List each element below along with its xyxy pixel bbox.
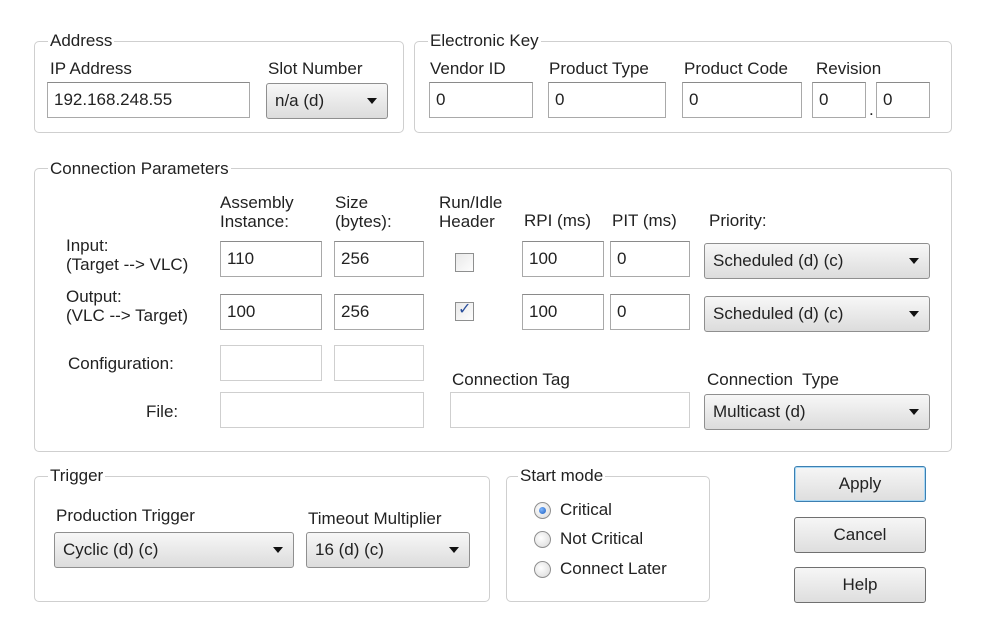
chevron-down-icon bbox=[273, 547, 283, 553]
revision-label: Revision bbox=[816, 59, 882, 78]
electronic-key-group-label: Electronic Key bbox=[428, 31, 541, 50]
ip-address-label: IP Address bbox=[50, 59, 132, 78]
checkmark-icon: ✓ bbox=[458, 301, 472, 318]
revision-major-field[interactable]: 0 bbox=[812, 82, 866, 118]
output-priority-value: Scheduled (d) (c) bbox=[713, 304, 844, 323]
input-rpi-field[interactable]: 100 bbox=[522, 241, 604, 277]
output-row-label: Output: (VLC --> Target) bbox=[66, 287, 189, 325]
run-idle-header: Run/Idle Header bbox=[439, 193, 503, 231]
output-run-idle-checkbox[interactable]: ✓ bbox=[455, 301, 474, 321]
output-priority-select[interactable]: Scheduled (d) (c) bbox=[704, 296, 930, 332]
trigger-group-label: Trigger bbox=[48, 466, 106, 485]
input-priority-value: Scheduled (d) (c) bbox=[713, 251, 844, 270]
file-field[interactable] bbox=[220, 392, 424, 428]
product-type-field[interactable]: 0 bbox=[548, 82, 666, 118]
slot-number-select[interactable]: n/a (d) bbox=[266, 83, 388, 119]
vendor-id-field[interactable]: 0 bbox=[429, 82, 533, 118]
product-code-label: Product Code bbox=[684, 59, 788, 78]
chevron-down-icon bbox=[909, 409, 919, 415]
chevron-down-icon bbox=[909, 311, 919, 317]
slot-number-value: n/a (d) bbox=[275, 91, 325, 110]
input-size-field[interactable]: 256 bbox=[334, 241, 424, 277]
critical-radio[interactable] bbox=[534, 502, 551, 519]
cancel-button[interactable]: Cancel bbox=[794, 517, 926, 553]
production-trigger-select[interactable]: Cyclic (d) (c) bbox=[54, 532, 294, 568]
configuration-label: Configuration: bbox=[68, 354, 174, 373]
output-assembly-field[interactable]: 100 bbox=[220, 294, 322, 330]
help-button[interactable]: Help bbox=[794, 567, 926, 603]
rpi-header: RPI (ms) bbox=[524, 211, 592, 230]
connection-type-value: Multicast (d) bbox=[713, 402, 806, 421]
file-label: File: bbox=[146, 402, 179, 421]
apply-button[interactable]: Apply bbox=[794, 466, 926, 502]
assembly-instance-header: Assembly Instance: bbox=[220, 193, 294, 231]
vendor-id-label: Vendor ID bbox=[430, 59, 506, 78]
timeout-multiplier-label: Timeout Multiplier bbox=[308, 509, 442, 528]
input-run-idle-checkbox[interactable] bbox=[455, 253, 474, 272]
output-pit-field[interactable]: 0 bbox=[610, 294, 690, 330]
connection-tag-field[interactable] bbox=[450, 392, 690, 428]
product-type-label: Product Type bbox=[549, 59, 649, 78]
radio-selected-icon bbox=[539, 507, 546, 514]
size-header: Size (bytes): bbox=[335, 193, 392, 231]
chevron-down-icon bbox=[909, 258, 919, 264]
chevron-down-icon bbox=[449, 547, 459, 553]
connection-parameters-group-label: Connection Parameters bbox=[48, 159, 231, 178]
connection-type-label: Connection Type bbox=[707, 370, 839, 389]
output-size-field[interactable]: 256 bbox=[334, 294, 424, 330]
not-critical-radio-label[interactable]: Not Critical bbox=[560, 530, 643, 548]
connect-later-radio[interactable] bbox=[534, 561, 551, 578]
production-trigger-value: Cyclic (d) (c) bbox=[63, 540, 159, 559]
output-rpi-field[interactable]: 100 bbox=[522, 294, 604, 330]
critical-radio-label[interactable]: Critical bbox=[560, 501, 612, 519]
configuration-assembly-field[interactable] bbox=[220, 345, 322, 381]
pit-header: PIT (ms) bbox=[612, 211, 677, 230]
connect-later-radio-label[interactable]: Connect Later bbox=[560, 560, 667, 578]
input-pit-field[interactable]: 0 bbox=[610, 241, 690, 277]
not-critical-radio[interactable] bbox=[534, 531, 551, 548]
connection-tag-label: Connection Tag bbox=[452, 370, 570, 389]
timeout-multiplier-value: 16 (d) (c) bbox=[315, 540, 384, 559]
production-trigger-label: Production Trigger bbox=[56, 506, 195, 525]
timeout-multiplier-select[interactable]: 16 (d) (c) bbox=[306, 532, 470, 568]
ip-address-field[interactable]: 192.168.248.55 bbox=[47, 82, 250, 118]
input-priority-select[interactable]: Scheduled (d) (c) bbox=[704, 243, 930, 279]
connection-type-select[interactable]: Multicast (d) bbox=[704, 394, 930, 430]
input-row-label: Input: (Target --> VLC) bbox=[66, 236, 189, 274]
priority-header: Priority: bbox=[709, 211, 767, 230]
slot-number-label: Slot Number bbox=[268, 59, 363, 78]
configuration-size-field[interactable] bbox=[334, 345, 424, 381]
address-group-label: Address bbox=[48, 31, 115, 50]
start-mode-group-label: Start mode bbox=[518, 466, 606, 485]
input-assembly-field[interactable]: 110 bbox=[220, 241, 322, 277]
revision-minor-field[interactable]: 0 bbox=[876, 82, 930, 118]
product-code-field[interactable]: 0 bbox=[682, 82, 802, 118]
revision-separator: . bbox=[869, 100, 874, 119]
chevron-down-icon bbox=[367, 98, 377, 104]
